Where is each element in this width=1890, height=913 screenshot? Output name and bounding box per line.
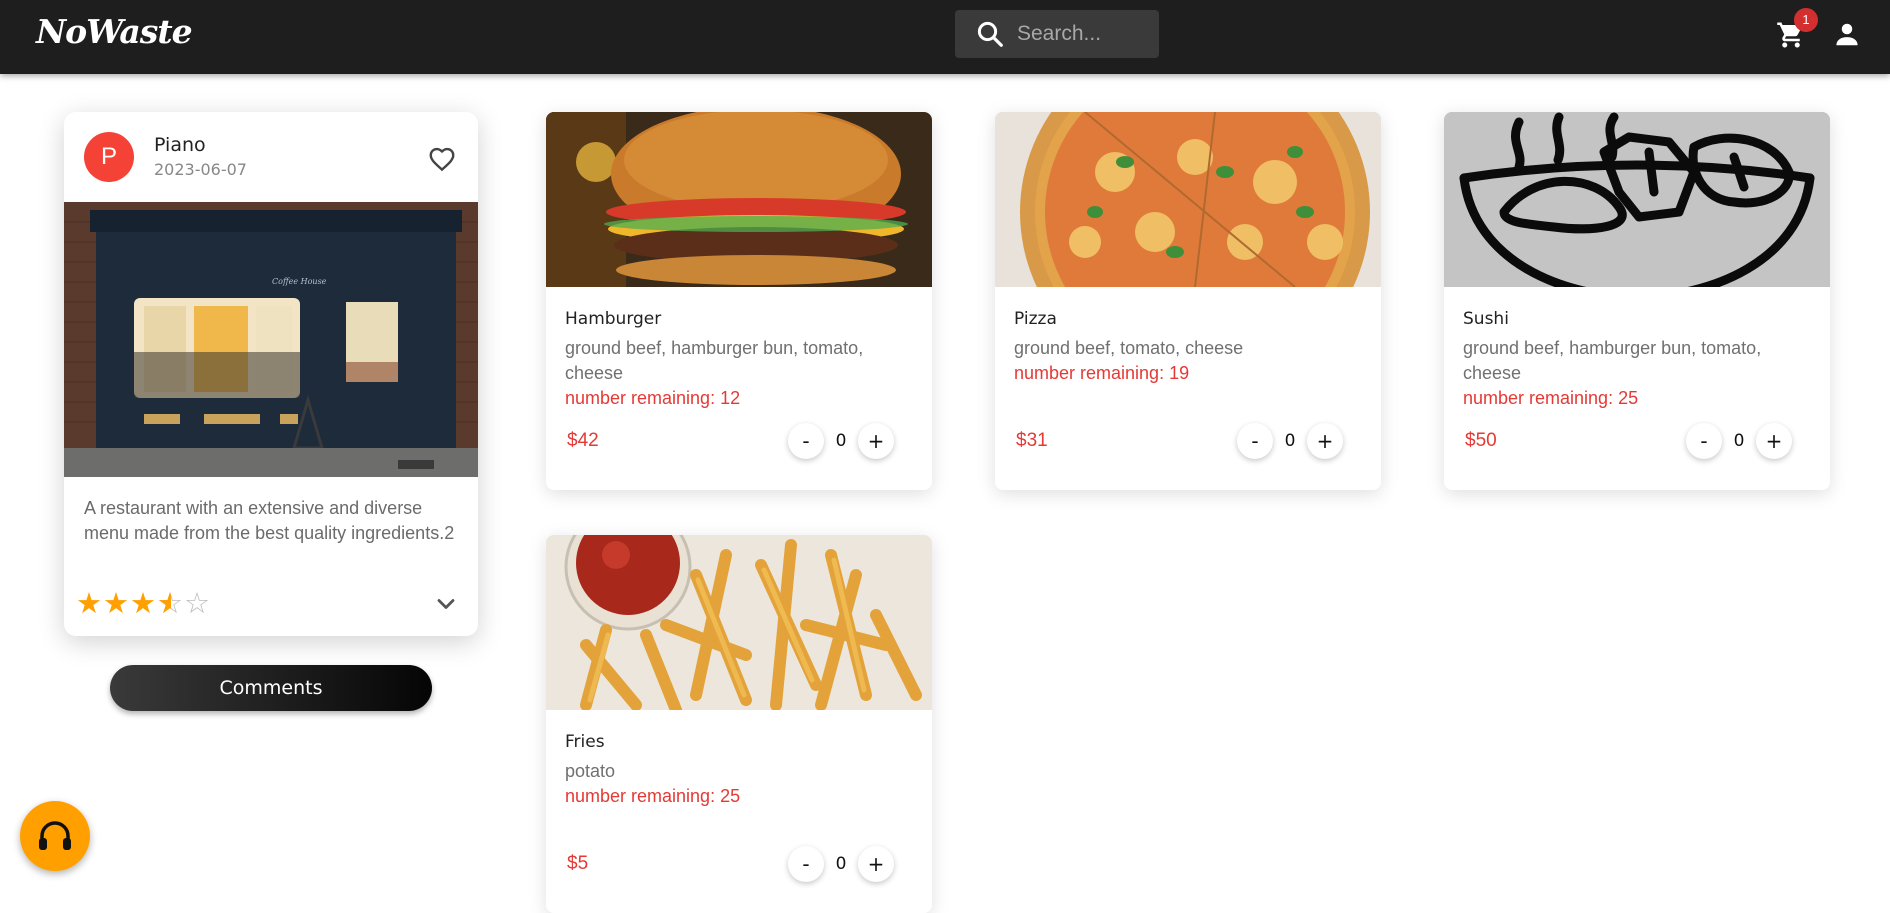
search-input[interactable] [1017, 22, 1147, 46]
quantity-stepper: - 0 + [788, 845, 894, 883]
product-remaining: number remaining: 12 [565, 388, 741, 408]
increment-button[interactable]: + [1307, 423, 1343, 459]
support-button[interactable] [20, 801, 90, 871]
comments-button[interactable]: Comments [110, 665, 432, 711]
chevron-down-icon[interactable] [432, 590, 460, 618]
fries-photo [546, 535, 932, 710]
product-ingredients: ground beef, hamburger bun, tomato, chee… [1463, 338, 1762, 383]
restaurant-date: 2023-06-07 [154, 160, 247, 179]
product-ingredients: ground beef, tomato, cheese [1014, 338, 1244, 358]
product-image [546, 112, 932, 287]
decrement-button[interactable]: - [788, 846, 824, 882]
star-half-icon: ☆★ [157, 586, 184, 620]
headset-icon [39, 821, 71, 850]
restaurant-card: P Piano 2023-06-07 Coffee House A restau… [64, 112, 478, 636]
product-card-sushi: Sushi ground beef, hamburger bun, tomato… [1444, 112, 1830, 490]
product-card-pizza: Pizza ground beef, tomato, cheese number… [995, 112, 1381, 490]
favorite-heart-icon[interactable] [427, 144, 457, 174]
svg-text:Coffee House: Coffee House [272, 277, 327, 286]
star-full-icon: ★ [103, 586, 130, 620]
search-box[interactable] [955, 10, 1159, 58]
product-ingredients: ground beef, hamburger bun, tomato, chee… [565, 338, 864, 383]
pizza-photo [995, 112, 1381, 287]
product-price: $42 [567, 430, 599, 451]
burger-photo [546, 112, 932, 287]
quantity-value: 0 [1284, 431, 1296, 451]
star-full-icon: ★ [130, 586, 157, 620]
restaurant-description: A restaurant with an extensive and diver… [84, 498, 455, 543]
decrement-button[interactable]: - [1237, 423, 1273, 459]
decrement-button[interactable]: - [788, 423, 824, 459]
product-image [546, 535, 932, 710]
product-price: $5 [567, 853, 589, 874]
quantity-stepper: - 0 + [1237, 422, 1343, 460]
product-ingredients: potato [565, 761, 616, 781]
product-remaining: number remaining: 25 [565, 786, 741, 806]
restaurant-name: Piano [154, 134, 206, 156]
decrement-button[interactable]: - [1686, 423, 1722, 459]
increment-button[interactable]: + [1756, 423, 1792, 459]
increment-button[interactable]: + [858, 423, 894, 459]
search-icon [977, 21, 1003, 47]
product-name: Pizza [1014, 309, 1057, 329]
increment-button[interactable]: + [858, 846, 894, 882]
product-price: $31 [1016, 430, 1048, 451]
product-image [1444, 112, 1830, 287]
product-remaining: number remaining: 25 [1463, 388, 1639, 408]
account-icon[interactable] [1832, 19, 1862, 49]
product-remaining: number remaining: 19 [1014, 363, 1190, 383]
storefront-image: Coffee House [64, 202, 478, 477]
product-name: Hamburger [565, 309, 662, 329]
star-empty-icon: ☆ [184, 586, 211, 620]
quantity-value: 0 [835, 854, 847, 874]
rating-stars: ★★★☆★☆ [76, 586, 211, 620]
product-name: Sushi [1463, 309, 1509, 329]
quantity-stepper: - 0 + [788, 422, 894, 460]
quantity-stepper: - 0 + [1686, 422, 1792, 460]
brand-logo[interactable]: NoWaste [36, 12, 193, 51]
bowl-placeholder-icon [1444, 112, 1830, 287]
product-image [995, 112, 1381, 287]
product-card-fries: Fries potato number remaining: 25 $5 - 0… [546, 535, 932, 913]
product-price: $50 [1465, 430, 1497, 451]
star-full-icon: ★ [76, 586, 103, 620]
restaurant-photo: Coffee House [64, 202, 478, 477]
restaurant-avatar: P [84, 132, 134, 182]
top-navbar: NoWaste 1 [0, 0, 1890, 74]
product-name: Fries [565, 732, 605, 752]
quantity-value: 0 [835, 431, 847, 451]
cart-count-badge: 1 [1794, 8, 1818, 32]
quantity-value: 0 [1733, 431, 1745, 451]
product-card-hamburger: Hamburger ground beef, hamburger bun, to… [546, 112, 932, 490]
